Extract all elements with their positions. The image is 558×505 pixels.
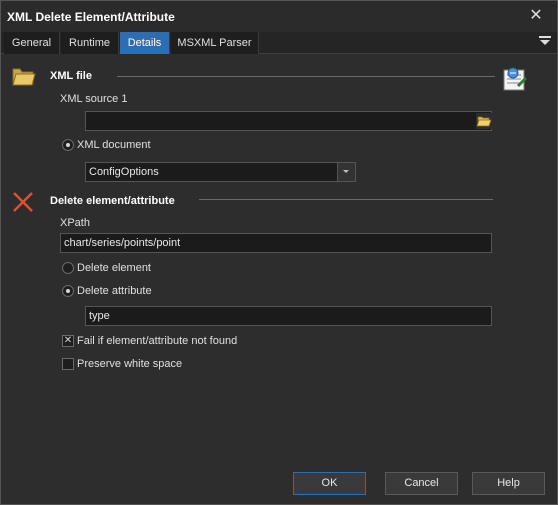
check-icon: ✕	[63, 335, 73, 346]
menu-icon[interactable]	[539, 36, 551, 50]
folder-icon	[12, 68, 36, 86]
tab-runtime[interactable]: Runtime	[61, 32, 119, 54]
xml-document-combo[interactable]: ConfigOptions	[85, 162, 356, 182]
delete-attribute-label: Delete attribute	[77, 285, 152, 297]
delete-section-title: Delete element/attribute	[50, 195, 175, 207]
dialog-window: XML Delete Element/Attribute ✕ General R…	[0, 0, 558, 505]
window-title: XML Delete Element/Attribute	[7, 10, 175, 24]
delete-section-divider	[199, 199, 493, 200]
delete-attribute-radio[interactable]	[62, 285, 74, 297]
xml-source-input[interactable]	[85, 111, 492, 131]
dropdown-arrow-icon[interactable]	[337, 163, 355, 181]
xpath-label: XPath	[60, 217, 90, 229]
xml-file-section-title: XML file	[50, 70, 92, 82]
xpath-input[interactable]: chart/series/points/point	[60, 233, 492, 253]
xml-file-divider	[117, 76, 495, 77]
preserve-whitespace-label: Preserve white space	[77, 358, 183, 370]
browse-folder-icon[interactable]	[476, 113, 492, 129]
delete-element-radio[interactable]	[62, 262, 74, 274]
xml-source-label: XML source 1	[60, 93, 128, 105]
xml-document-label: XML document	[77, 139, 151, 151]
title-bar: XML Delete Element/Attribute ✕	[1, 1, 557, 32]
tab-msxml-parser[interactable]: MSXML Parser	[171, 32, 259, 54]
help-button[interactable]: Help	[472, 472, 545, 495]
close-icon[interactable]: ✕	[527, 7, 545, 25]
preserve-whitespace-checkbox[interactable]	[62, 358, 74, 370]
delete-element-label: Delete element	[77, 262, 151, 274]
fail-if-not-found-checkbox[interactable]: ✕	[62, 335, 74, 347]
xml-document-radio[interactable]	[62, 139, 74, 151]
wizard-icon[interactable]	[500, 64, 530, 94]
tab-details[interactable]: Details	[120, 32, 170, 54]
attribute-name-input[interactable]: type	[85, 306, 492, 326]
ok-button[interactable]: OK	[293, 472, 366, 495]
tab-general[interactable]: General	[4, 32, 60, 54]
cancel-button[interactable]: Cancel	[385, 472, 458, 495]
delete-icon	[13, 192, 33, 212]
fail-if-not-found-label: Fail if element/attribute not found	[77, 335, 238, 347]
tab-bar: General Runtime Details MSXML Parser	[1, 32, 557, 54]
